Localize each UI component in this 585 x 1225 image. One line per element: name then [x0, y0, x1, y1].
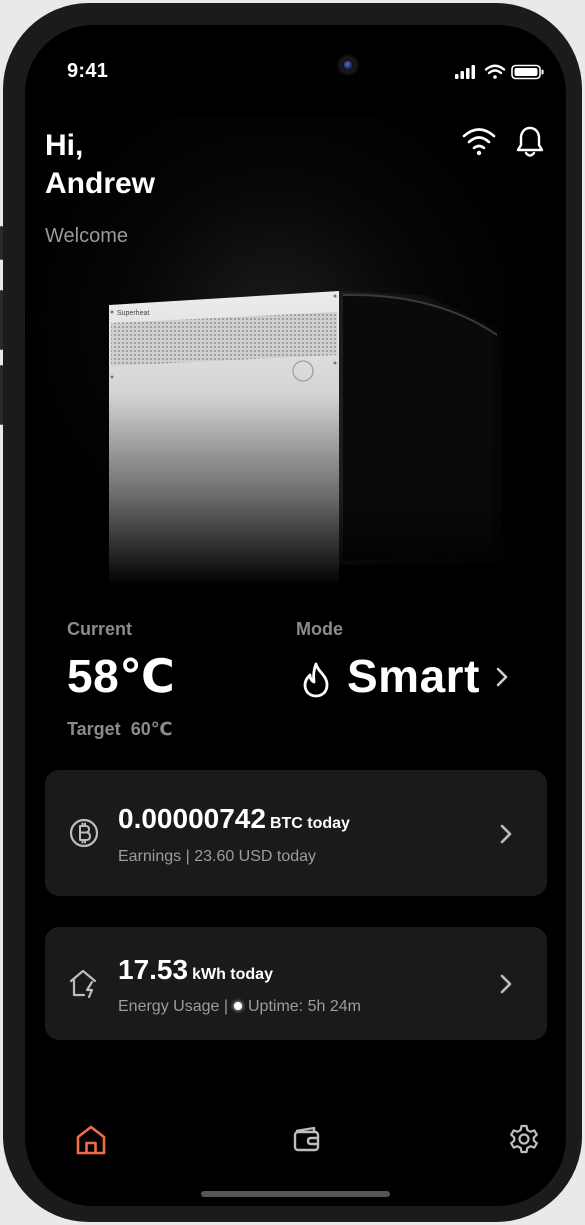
energy-amount-line: 17.53 kWh today — [118, 954, 273, 986]
current-label: Current — [67, 619, 133, 639]
battery-icon — [511, 64, 544, 80]
uptime-text: Uptime: 5h 24m — [248, 998, 361, 1015]
energy-card[interactable]: 17.53 kWh today Energy Usage | Uptime: 5h … — [45, 927, 547, 1040]
mode-label: Mode — [296, 619, 343, 639]
mode-value: Smart — [347, 650, 480, 702]
energy-usage-label: Energy Usage | — [118, 998, 228, 1015]
greeting: Hi, Andrew — [45, 127, 155, 203]
uptime-status-dot — [234, 1002, 242, 1011]
device-screw — [333, 294, 337, 298]
home-indicator[interactable] — [201, 1191, 390, 1197]
status-icons — [455, 64, 544, 80]
user-name: Andrew — [45, 167, 156, 200]
cellular-signal-icon — [455, 65, 475, 79]
home-icon[interactable] — [74, 1123, 108, 1157]
earnings-card[interactable]: 0.00000742 BTC today Earnings | 23.60 USD… — [45, 770, 547, 896]
mode-chevron-right-icon — [496, 667, 508, 687]
device-brand-label: Superheat — [117, 310, 149, 317]
target-value: 60℃ — [130, 719, 173, 739]
phone-screen: 9:41 Hi, Andrew Welcome Superheat Curren… — [25, 25, 566, 1206]
phone-frame: 9:41 Hi, Andrew Welcome Superheat Curren… — [3, 3, 582, 1222]
current-temperature: 58℃ — [67, 650, 176, 702]
energy-subtitle: Energy Usage | Uptime: 5h 24m — [118, 998, 361, 1016]
home-energy-icon — [69, 969, 97, 999]
wifi-icon[interactable] — [461, 125, 497, 157]
device-screw — [110, 310, 114, 314]
gear-icon[interactable] — [508, 1123, 540, 1155]
earnings-subtitle: Earnings | 23.60 USD today — [118, 848, 317, 865]
flame-icon — [303, 662, 329, 698]
energy-chevron-right-icon — [500, 974, 512, 994]
kwh-unit: kWh today — [192, 966, 273, 983]
kwh-amount: 17.53 — [118, 954, 189, 985]
welcome-text: Welcome — [45, 225, 128, 247]
greeting-hi: Hi, — [45, 129, 84, 162]
superheat-device-image: Superheat — [109, 291, 505, 585]
mode-selector[interactable]: Smart — [296, 649, 516, 705]
earnings-chevron-right-icon — [500, 824, 512, 844]
wallet-icon[interactable] — [291, 1123, 323, 1155]
bell-icon[interactable] — [515, 125, 545, 159]
status-time: 9:41 — [67, 60, 109, 82]
target-temperature: Target 60℃ — [67, 719, 173, 740]
btc-amount: 0.00000742 — [118, 803, 266, 834]
device-side-fade — [339, 291, 505, 585]
wifi-status-icon — [484, 64, 506, 79]
earnings-amount-line: 0.00000742 BTC today — [118, 803, 350, 835]
device-screw — [333, 361, 337, 365]
bitcoin-icon — [69, 818, 99, 848]
btc-unit: BTC today — [269, 815, 350, 832]
target-label: Target — [67, 719, 121, 739]
front-camera — [339, 56, 357, 74]
device-screw — [110, 375, 114, 379]
